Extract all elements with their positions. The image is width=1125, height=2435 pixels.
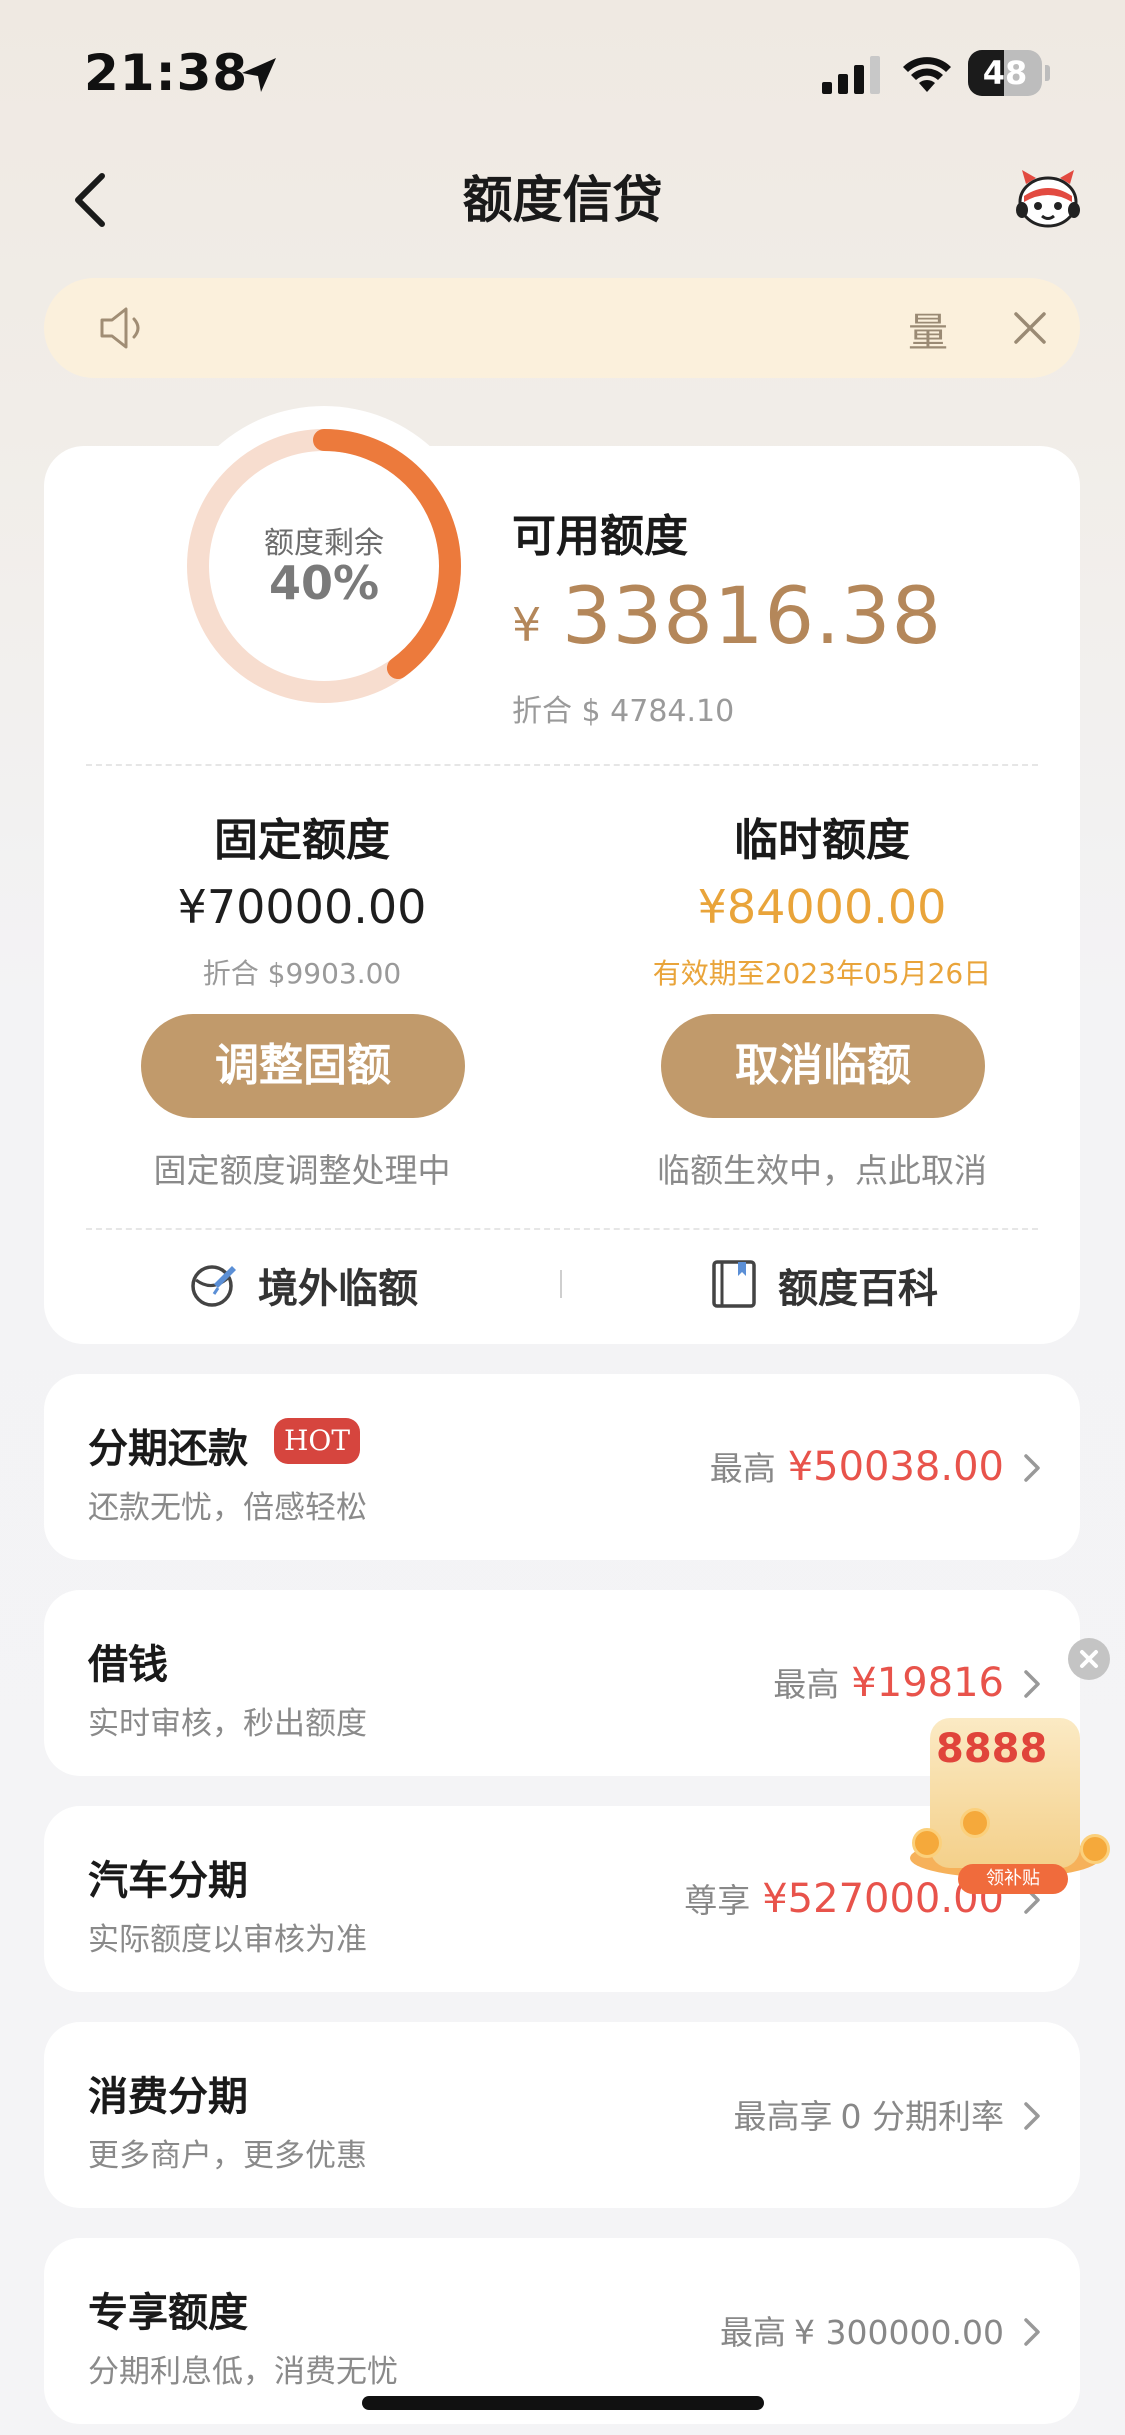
cancel-temp-quota-button[interactable]: 取消临额 bbox=[661, 1014, 985, 1118]
divider bbox=[86, 764, 1038, 766]
quota-card: 额度剩余 40% 可用额度 ¥ 33816.38 折合 $ 4784.10 固定… bbox=[44, 406, 1080, 1344]
mascot-avatar-icon[interactable] bbox=[1012, 166, 1084, 232]
list-item-value: 最高 ¥19816 bbox=[773, 1658, 1004, 1706]
status-bar: 21:38 48 bbox=[0, 0, 1125, 140]
overseas-temp-quota-link[interactable]: 境外临额 bbox=[188, 1256, 458, 1312]
fixed-quota-note: 固定额度调整处理中 bbox=[153, 1151, 451, 1190]
overseas-temp-quota-label: 境外临额 bbox=[258, 1266, 418, 1312]
value-prefix: 最高 bbox=[709, 1449, 776, 1488]
list-item-title: 专享额度 bbox=[88, 2290, 248, 2336]
notice-bar[interactable]: 量 bbox=[44, 278, 1080, 378]
temp-quota-amount: ¥84000.00 bbox=[697, 880, 947, 934]
chevron-right-icon bbox=[1024, 2102, 1040, 2130]
list-item-consumer-installment[interactable]: 消费分期 更多商户，更多优惠 最高享 0 分期利率 bbox=[44, 2022, 1080, 2208]
subsidy-promo-widget[interactable]: 8888 领补贴 bbox=[900, 1708, 1125, 1898]
value-amount: ¥50038.00 bbox=[787, 1444, 1004, 1490]
wifi-icon bbox=[903, 57, 951, 92]
promo-close-button[interactable] bbox=[1068, 1638, 1110, 1680]
quota-wiki-label: 额度百科 bbox=[778, 1266, 938, 1312]
list-item-title: 分期还款 bbox=[88, 1426, 248, 1472]
close-icon bbox=[1080, 1650, 1098, 1668]
location-arrow-icon bbox=[242, 58, 276, 92]
temp-quota-note[interactable]: 临额生效中，点此取消 bbox=[592, 1144, 1052, 1192]
list-item-subtitle: 还款无忧，倍感轻松 bbox=[88, 1490, 367, 1526]
divider bbox=[560, 1270, 562, 1298]
value-prefix: 尊享 bbox=[684, 1881, 751, 1920]
list-item-value: 最高 ¥ 300000.00 bbox=[720, 2306, 1004, 2354]
home-indicator bbox=[362, 2396, 764, 2410]
chevron-right-icon bbox=[1024, 1670, 1040, 1698]
list-item-subtitle: 更多商户，更多优惠 bbox=[88, 2138, 367, 2174]
fixed-quota-amount: ¥70000.00 bbox=[177, 880, 427, 934]
list-item-subtitle: 实际额度以审核为准 bbox=[88, 1922, 367, 1958]
battery-icon: 48 bbox=[968, 50, 1050, 96]
notice-text: 量 bbox=[908, 310, 948, 356]
value-amount: 0 分期利率 bbox=[840, 2097, 1005, 2136]
fixed-quota-equiv: 折合 $9903.00 bbox=[202, 957, 402, 990]
close-icon[interactable] bbox=[1008, 306, 1052, 350]
globe-plane-icon bbox=[191, 1265, 236, 1307]
value-prefix: 最高 bbox=[720, 2313, 787, 2352]
speaker-icon bbox=[100, 307, 140, 349]
remaining-quota-ring: 额度剩余 40% bbox=[164, 406, 484, 726]
value-prefix: 最高 bbox=[773, 1665, 840, 1704]
hot-badge: HOT bbox=[274, 1418, 360, 1464]
list-item-title: 借钱 bbox=[88, 1642, 168, 1688]
signal-icon bbox=[822, 56, 880, 94]
temp-quota-validity: 有效期至2023年05月26日 bbox=[652, 957, 992, 990]
list-item-title: 汽车分期 bbox=[88, 1858, 248, 1904]
list-item-title: 消费分期 bbox=[88, 2074, 248, 2120]
status-time: 21:38 bbox=[84, 44, 249, 102]
list-item-subtitle: 实时审核，秒出额度 bbox=[88, 1706, 367, 1742]
coin-icon bbox=[960, 1808, 990, 1838]
promo-label: 领补贴 bbox=[958, 1864, 1068, 1894]
value-amount: ¥19816 bbox=[851, 1660, 1004, 1706]
list-item-value: 最高 ¥50038.00 bbox=[710, 1442, 1004, 1490]
battery-level: 48 bbox=[982, 54, 1028, 92]
quota-wiki-link[interactable]: 额度百科 bbox=[708, 1256, 978, 1312]
coin-icon bbox=[912, 1828, 942, 1858]
divider bbox=[86, 1228, 1038, 1230]
chevron-right-icon bbox=[1024, 1454, 1040, 1482]
available-quota-equiv: 折合 $ 4784.10 bbox=[512, 694, 735, 729]
value-amount: ¥ 300000.00 bbox=[794, 2313, 1004, 2352]
available-quota-label: 可用额度 bbox=[512, 511, 688, 562]
chevron-right-icon bbox=[1024, 2318, 1040, 2346]
value-prefix: 最高享 bbox=[733, 2097, 833, 2136]
ring-percent: 40% bbox=[268, 556, 380, 610]
list-item-subtitle: 分期利息低，消费无忧 bbox=[88, 2354, 398, 2390]
coin-icon bbox=[1080, 1834, 1110, 1864]
book-icon bbox=[712, 1260, 756, 1308]
available-quota-amount: 33816.38 bbox=[562, 572, 943, 662]
list-item-installment-repay[interactable]: 分期还款 HOT 还款无忧，倍感轻松 最高 ¥50038.00 bbox=[44, 1374, 1080, 1560]
available-currency: ¥ bbox=[512, 598, 542, 652]
promo-number: 8888 bbox=[936, 1726, 1048, 1772]
fixed-quota-title: 固定额度 bbox=[214, 815, 390, 866]
adjust-fixed-quota-button[interactable]: 调整固额 bbox=[141, 1014, 465, 1118]
temp-quota-title: 临时额度 bbox=[734, 815, 910, 866]
list-item-value: 最高享 0 分期利率 bbox=[734, 2090, 1005, 2138]
page-title: 额度信贷 bbox=[462, 171, 663, 229]
